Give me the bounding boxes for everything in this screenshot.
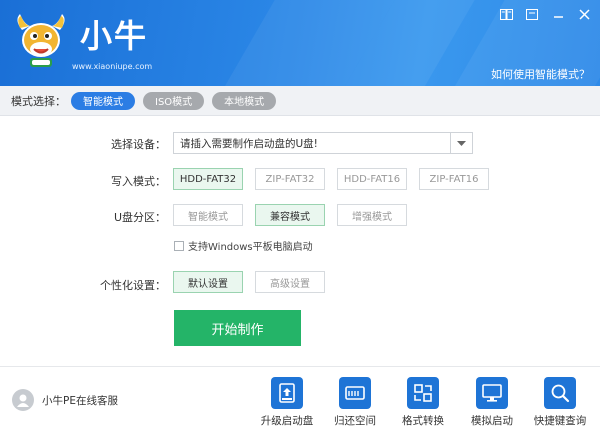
device-select[interactable]: 请插入需要制作启动盘的U盘! (173, 132, 473, 154)
online-service-link[interactable]: 小牛PE在线客服 (12, 389, 118, 411)
tablet-support-checkbox[interactable] (174, 240, 184, 251)
default-settings-option[interactable]: 默认设置 (173, 271, 243, 293)
partition-compat-option[interactable]: 兼容模式 (255, 204, 325, 226)
convert-icon (407, 377, 439, 409)
hotkey-lookup-label: 快捷键查询 (533, 415, 587, 427)
mode-local-button[interactable]: 本地模式 (212, 91, 277, 110)
minimize-icon[interactable] (550, 6, 566, 22)
brand-name: 小牛 (80, 17, 149, 55)
device-label: 选择设备： (111, 138, 166, 151)
restore-space-button[interactable]: 归还空间 (323, 377, 387, 428)
mode-iso-button[interactable]: ISO模式 (143, 91, 205, 110)
chevron-down-icon[interactable] (450, 133, 472, 153)
monitor-icon (476, 377, 508, 409)
write-mode-label: 写入模式： (111, 175, 166, 188)
write-hdd-fat32-option[interactable]: HDD-FAT32 (173, 168, 243, 190)
upgrade-boot-disk-label: 升级启动盘 (260, 415, 314, 427)
service-avatar-icon (12, 389, 34, 411)
tablet-support-row[interactable]: 支持Windows平板电脑启动 (174, 238, 313, 253)
tablet-support-label: 支持Windows平板电脑启动 (188, 242, 313, 253)
advanced-settings-option[interactable]: 高级设置 (255, 271, 325, 293)
help-link[interactable]: 如何使用智能模式？ (491, 66, 590, 82)
bull-logo-icon (17, 14, 65, 67)
restore-space-label: 归还空间 (334, 415, 376, 427)
mode-smart-button[interactable]: 智能模式 (71, 91, 135, 110)
format-convert-label: 格式转换 (402, 415, 444, 427)
footer-divider (0, 366, 600, 367)
start-button[interactable]: 开始制作 (174, 310, 301, 346)
device-select-value: 请插入需要制作启动盘的U盘! (180, 137, 318, 150)
close-icon[interactable] (576, 6, 592, 22)
usb-upgrade-icon (271, 377, 303, 409)
menu-icon[interactable] (524, 6, 540, 22)
book-icon[interactable] (498, 6, 514, 22)
write-hdd-fat16-option[interactable]: HDD-FAT16 (337, 168, 407, 190)
drive-icon (339, 377, 371, 409)
upgrade-boot-disk-button[interactable]: 升级启动盘 (255, 377, 319, 428)
service-label: 小牛PE在线客服 (42, 394, 118, 407)
write-zip-fat16-option[interactable]: ZIP-FAT16 (419, 168, 489, 190)
partition-enhanced-option[interactable]: 增强模式 (337, 204, 407, 226)
brand-url: www.xiaoniupe.com (72, 62, 153, 71)
personalize-label: 个性化设置： (100, 279, 166, 292)
search-icon (544, 377, 576, 409)
partition-label: U盘分区： (113, 211, 166, 224)
write-zip-fat32-option[interactable]: ZIP-FAT32 (255, 168, 325, 190)
mode-bar: 模式选择： 智能模式 ISO模式 本地模式 (0, 86, 600, 116)
hotkey-lookup-button[interactable]: 快捷键查询 (528, 377, 592, 428)
mode-label: 模式选择： (11, 94, 66, 108)
format-convert-button[interactable]: 格式转换 (391, 377, 455, 428)
partition-smart-option[interactable]: 智能模式 (173, 204, 243, 226)
simulate-boot-label: 模拟启动 (471, 415, 513, 427)
title-bar: 小牛 www.xiaoniupe.com 如何使用智能模式？ (0, 0, 600, 86)
simulate-boot-button[interactable]: 模拟启动 (460, 377, 524, 428)
